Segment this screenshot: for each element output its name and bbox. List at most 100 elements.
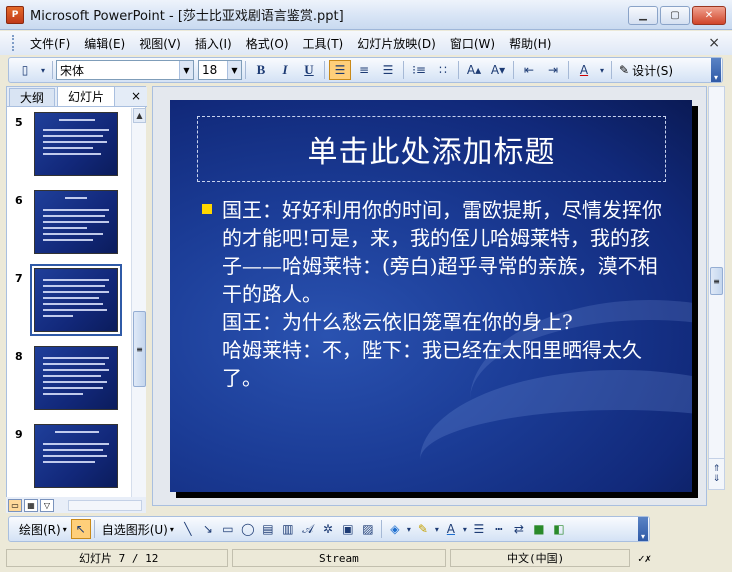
maximize-button[interactable]: ▢ <box>660 6 690 25</box>
font-size-value: 18 <box>202 63 218 77</box>
slide-editing-area: 单击此处添加标题 国王：好好利用你的时间，雷欧提斯，尽情发挥你的才能吧!可是，来… <box>152 86 707 506</box>
vertical-textbox-icon[interactable]: ▥ <box>278 519 298 539</box>
scroll-thumb[interactable]: ≡ <box>710 267 723 295</box>
chevron-down-icon[interactable]: ▼ <box>179 61 193 79</box>
close-document-icon[interactable]: × <box>708 35 720 51</box>
menu-edit[interactable]: 编辑(E) <box>77 33 132 54</box>
menu-insert[interactable]: 插入(I) <box>188 33 239 54</box>
thumbnail-row[interactable]: 9 <box>7 422 131 494</box>
rectangle-tool-icon[interactable]: ▭ <box>218 519 238 539</box>
slide-thumbnail[interactable] <box>34 424 118 488</box>
arrow-style-icon[interactable]: ⇄ <box>509 519 529 539</box>
toolbar-dropdown-icon[interactable]: ▾ <box>38 60 48 80</box>
increase-font-icon[interactable]: A▴ <box>463 60 485 80</box>
slide-sorter-icon[interactable]: ▦ <box>24 498 38 512</box>
chevron-down-icon[interactable]: ▼ <box>227 61 241 79</box>
clipart-icon[interactable]: ▣ <box>338 519 358 539</box>
menu-view[interactable]: 视图(V) <box>132 33 188 54</box>
font-name-combo[interactable]: 宋体 ▼ <box>56 60 194 80</box>
bold-button[interactable]: B <box>250 60 272 80</box>
menu-format[interactable]: 格式(O) <box>239 33 296 54</box>
line-color-icon[interactable]: ✎ <box>413 519 433 539</box>
previous-slide-icon[interactable]: ⇑ <box>713 464 721 474</box>
design-button[interactable]: ✎ 设计(S) <box>615 62 677 79</box>
minimize-button[interactable]: ▁ <box>628 6 658 25</box>
status-slide-index: 幻灯片 7 / 12 <box>6 549 228 567</box>
decrease-indent-icon[interactable]: ⇤ <box>518 60 540 80</box>
scroll-up-icon[interactable]: ▲ <box>133 108 146 123</box>
chevron-down-icon[interactable]: ▾ <box>597 60 607 80</box>
thumbnail-row[interactable]: 5 <box>7 110 131 182</box>
thumbnail-row[interactable]: 7 <box>7 264 131 338</box>
slide-thumbnail[interactable] <box>34 346 118 410</box>
slide-vertical-scrollbar[interactable]: ≡ <box>708 86 725 490</box>
menu-window[interactable]: 窗口(W) <box>443 33 502 54</box>
diagram-icon[interactable]: ✲ <box>318 519 338 539</box>
chevron-down-icon[interactable]: ▾ <box>405 519 413 539</box>
slide-thumbnail[interactable] <box>34 190 118 254</box>
italic-button[interactable]: I <box>274 60 296 80</box>
menu-help[interactable]: 帮助(H) <box>502 33 558 54</box>
3d-style-icon[interactable]: ◧ <box>549 519 569 539</box>
scroll-thumb[interactable]: ≡ <box>133 311 146 387</box>
thumb-line <box>65 197 87 199</box>
autoshapes-button[interactable]: 自选图形(U) ▾ <box>98 521 178 538</box>
menu-grip[interactable] <box>12 35 15 51</box>
draw-menu-button[interactable]: 绘图(R) ▾ <box>15 521 71 538</box>
align-center-icon[interactable]: ≡ <box>353 60 375 80</box>
powerpoint-app-icon[interactable]: P <box>6 5 24 24</box>
thumbnail-list: 5 6 7 8 9 <box>7 108 131 512</box>
new-document-icon[interactable]: ▯ <box>14 60 36 80</box>
slide-thumbnail[interactable] <box>34 112 118 176</box>
fill-color-icon[interactable]: ◈ <box>385 519 405 539</box>
arrow-tool-icon[interactable]: ↘ <box>198 519 218 539</box>
dash-style-icon[interactable]: ┅ <box>489 519 509 539</box>
wordart-icon[interactable]: 𝒜 <box>298 519 318 539</box>
textbox-tool-icon[interactable]: ▤ <box>258 519 278 539</box>
toolbar-options-icon[interactable]: ▾ <box>638 517 648 541</box>
status-design-name: Stream <box>232 549 446 567</box>
thumb-line <box>43 209 109 211</box>
slide-thumbnail-selected[interactable] <box>30 264 122 336</box>
decrease-font-icon[interactable]: A▾ <box>487 60 509 80</box>
select-pointer-icon[interactable]: ↖ <box>70 519 91 539</box>
bullets-icon[interactable]: ∷ <box>432 60 454 80</box>
menu-file[interactable]: 文件(F) <box>23 33 77 54</box>
menu-slideshow[interactable]: 幻灯片放映(D) <box>350 33 443 54</box>
numbering-icon[interactable]: ⁝≡ <box>408 60 430 80</box>
slideshow-view-icon[interactable]: ▽ <box>40 498 54 512</box>
tab-outline[interactable]: 大纲 <box>9 88 56 106</box>
normal-view-icon[interactable]: ▭ <box>8 498 22 512</box>
picture-icon[interactable]: ▨ <box>358 519 378 539</box>
thumbnail-row[interactable]: 8 <box>7 344 131 416</box>
line-tool-icon[interactable]: ╲ <box>178 519 198 539</box>
slide-navigation: ⇑ ⇓ <box>708 458 725 490</box>
chevron-down-icon[interactable]: ▾ <box>461 519 469 539</box>
font-size-combo[interactable]: 18 ▼ <box>198 60 242 80</box>
title-placeholder[interactable]: 单击此处添加标题 <box>197 116 666 182</box>
body-text-box[interactable]: 国王：好好利用你的时间，雷欧提斯，尽情发挥你的才能吧!可是，来，我的侄儿哈姆莱特… <box>202 196 662 392</box>
align-left-icon[interactable]: ☰ <box>329 60 351 80</box>
horizontal-scrollbar[interactable] <box>68 500 142 511</box>
next-slide-icon[interactable]: ⇓ <box>713 474 721 484</box>
toolbar-options-icon[interactable]: ▾ <box>711 58 721 82</box>
close-window-button[interactable]: ✕ <box>692 6 726 25</box>
thumbnail-scrollbar[interactable]: ▲ ≡ ▼ <box>131 108 146 512</box>
title-bar: P Microsoft PowerPoint - [莎士比亚戏剧语言鉴赏.ppt… <box>0 0 732 30</box>
chevron-down-icon[interactable]: ▾ <box>433 519 441 539</box>
spelling-status-icon[interactable]: ✓✗ <box>634 549 664 567</box>
align-right-icon[interactable]: ☰ <box>377 60 399 80</box>
shadow-icon[interactable]: ■ <box>529 519 549 539</box>
underline-button[interactable]: U <box>298 60 320 80</box>
close-pane-icon[interactable]: × <box>131 89 141 103</box>
tab-slides[interactable]: 幻灯片 <box>57 86 116 106</box>
thumbnail-row[interactable]: 6 <box>7 188 131 260</box>
font-color-icon[interactable]: A <box>441 519 461 539</box>
menu-tools[interactable]: 工具(T) <box>296 33 351 54</box>
increase-indent-icon[interactable]: ⇥ <box>542 60 564 80</box>
body-text: 国王：好好利用你的时间，雷欧提斯，尽情发挥你的才能吧!可是，来，我的侄儿哈姆莱特… <box>222 198 662 390</box>
font-color-icon[interactable]: A <box>573 60 595 80</box>
separator <box>245 61 246 79</box>
oval-tool-icon[interactable]: ◯ <box>238 519 258 539</box>
line-style-icon[interactable]: ☰ <box>469 519 489 539</box>
